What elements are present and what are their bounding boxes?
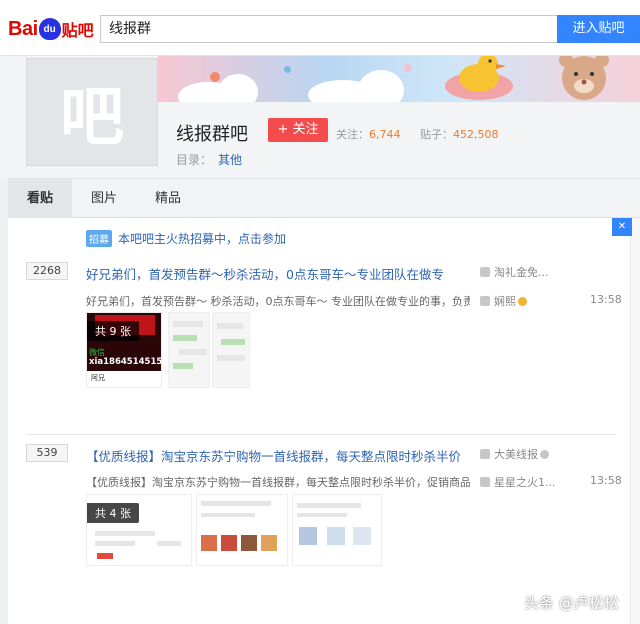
forum-catalog: 目录： 其他 [176, 151, 242, 168]
enter-forum-button[interactable]: 进入贴吧 [557, 15, 640, 43]
last-reply-name[interactable]: 星星之火1... [494, 474, 556, 490]
thumb-caption: xia18645145152 [89, 357, 162, 367]
tab-images[interactable]: 图片 [72, 179, 136, 218]
last-reply-author[interactable]: 星星之火1... [480, 474, 556, 490]
follow-button[interactable]: + 关注 [268, 118, 328, 142]
forum-avatar[interactable]: 吧 [26, 58, 158, 166]
reply-icon [480, 296, 490, 306]
user-icon [480, 267, 490, 277]
recruit-text[interactable]: 本吧吧主火热招募中，点击参加 [118, 230, 286, 247]
thumb-caption-name: 阿兄 [91, 374, 105, 382]
close-icon[interactable]: ✕ [612, 218, 632, 236]
last-reply-author[interactable]: 娴熙 [480, 293, 527, 309]
thread-divider [26, 434, 616, 435]
recruit-notice[interactable]: 招募 本吧吧主火热招募中，点击参加 [86, 230, 286, 247]
logo-bai-text: Bai [8, 17, 38, 40]
medal-icon [540, 449, 549, 459]
thread-image[interactable]: 微信 xia18645145152 阿兄 共 9 张 [86, 312, 162, 388]
recruit-tag: 招募 [86, 230, 112, 247]
tab-posts[interactable]: 看贴 [8, 179, 72, 218]
last-reply-time: 13:58 [590, 474, 622, 487]
medal-icon [518, 296, 527, 306]
post-count: 452,508 [453, 128, 499, 141]
watermark: 头条 @卢松松 [524, 594, 619, 612]
follow-count-label: 关注： [336, 128, 369, 141]
follow-count: 6,744 [369, 128, 401, 141]
forum-stats: 关注：6,744 贴子：452,508 [336, 126, 515, 142]
catalog-label: 目录： [176, 153, 213, 167]
forum-tabs: 看贴 图片 精品 [8, 178, 640, 218]
reply-count: 2268 [26, 262, 68, 280]
scrollbar[interactable] [630, 218, 640, 624]
reply-count: 539 [26, 444, 68, 462]
thread-image[interactable] [292, 494, 382, 566]
avatar-char: 吧 [60, 81, 124, 155]
top-bar: Bai du 贴吧 线报群 进入贴吧 [0, 0, 640, 56]
thread-author[interactable]: 大美线报 [480, 446, 549, 462]
image-count-badge: 共 4 张 [87, 503, 139, 523]
user-icon [480, 449, 490, 459]
search-input[interactable]: 线报群 [100, 15, 557, 43]
image-count-badge: 共 9 张 [87, 321, 139, 341]
thread-image[interactable] [196, 494, 288, 566]
last-reply-name[interactable]: 娴熙 [494, 293, 516, 309]
bear-icon [559, 56, 609, 100]
reply-icon [480, 477, 490, 487]
thread-abstract: 【优质线报】淘宝京东苏宁购物一首线报群，每天整点限时秒杀半价，促销商品都是... [86, 476, 470, 489]
banner-illustration [158, 56, 640, 102]
baidu-tieba-logo[interactable]: Bai du 贴吧 [8, 14, 94, 44]
tab-featured[interactable]: 精品 [136, 179, 200, 218]
thread-title[interactable]: 好兄弟们，首发预告群～秒杀活动，0点东哥车～专业团队在做专 [86, 264, 444, 283]
paw-icon: du [38, 18, 61, 40]
author-name[interactable]: 淘礼金免... [494, 264, 549, 280]
forum-banner: 吧 线报群吧 + 关注 关注：6,744 贴子：452,508 目录： 其他 [0, 56, 640, 178]
post-count-label: 贴子： [420, 128, 453, 141]
thread-image[interactable]: 共 4 张 [86, 494, 192, 566]
thread-image[interactable] [212, 312, 250, 388]
duck-icon [445, 56, 513, 100]
thread-author[interactable]: 淘礼金免... [480, 264, 549, 280]
thread-title[interactable]: 【优质线报】淘宝京东苏宁购物一首线报群，每天整点限时秒杀半价 [86, 446, 461, 465]
logo-tieba-text: 贴吧 [61, 21, 94, 40]
catalog-link[interactable]: 其他 [218, 153, 242, 167]
thread-abstract: 好兄弟们，首发预告群～ 秒杀活动，0点东哥车～ 专业团队在做专业的事，负责冲..… [86, 295, 470, 308]
last-reply-time: 13:58 [590, 293, 622, 306]
author-name[interactable]: 大美线报 [494, 446, 538, 462]
forum-name[interactable]: 线报群吧 [176, 120, 248, 146]
thread-image[interactable] [168, 312, 210, 388]
